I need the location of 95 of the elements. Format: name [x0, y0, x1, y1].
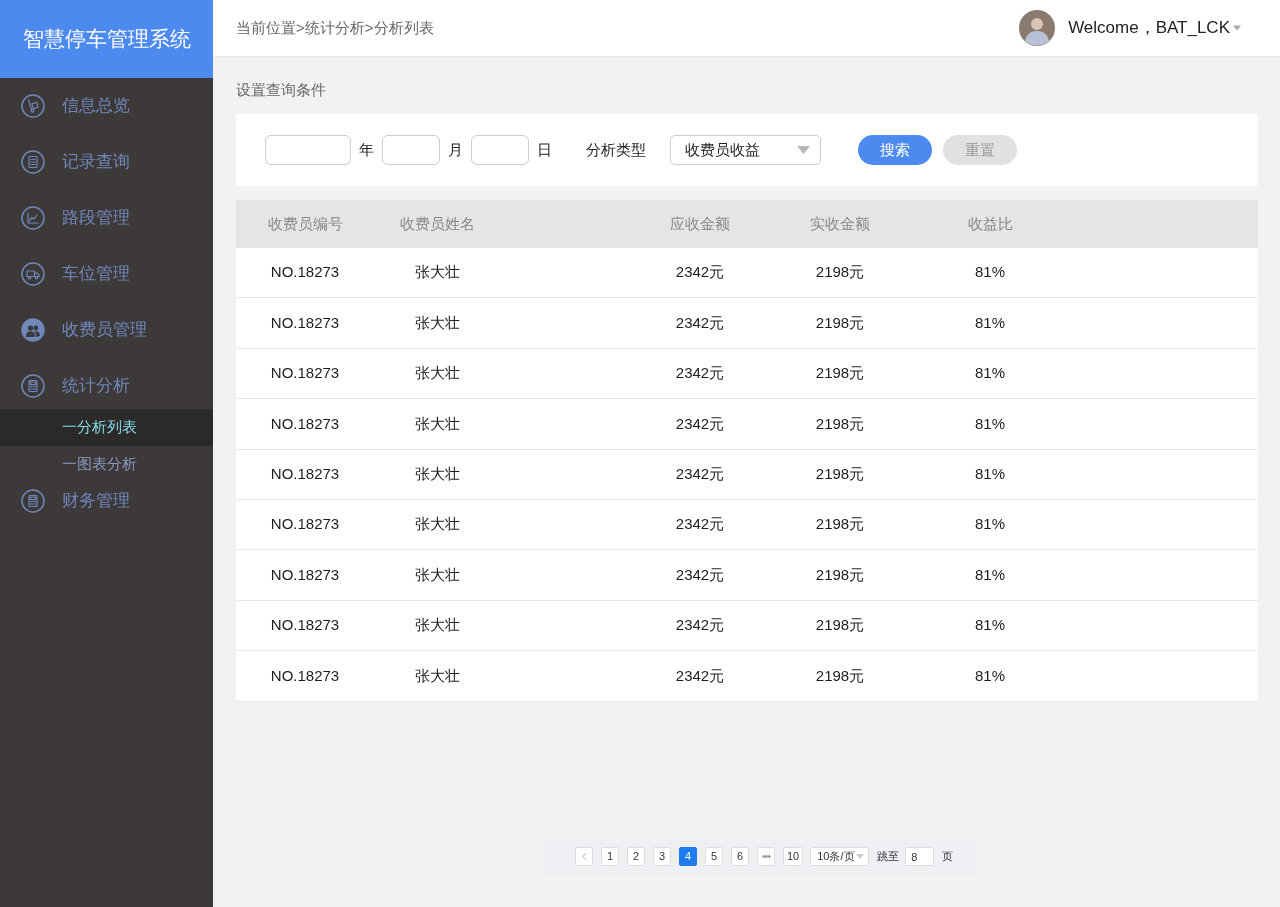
- user-avatar-icon: [1019, 10, 1056, 46]
- sidebar-menu-item[interactable]: 路段管理: [0, 190, 213, 246]
- table-cell-text: 2342元: [674, 665, 726, 686]
- table-cell-text: NO.18273: [269, 312, 341, 333]
- page-button[interactable]: 4: [679, 847, 697, 866]
- table-cell-text: NO.18273: [269, 413, 341, 434]
- chevron-left-icon: [581, 852, 587, 861]
- table-cell-text: NO.18273: [269, 514, 341, 535]
- previous-page-button[interactable]: [575, 847, 593, 866]
- line-chart-icon: [21, 206, 45, 230]
- table-cell-text: 2342元: [674, 363, 726, 384]
- jump-label: 跳至: [877, 849, 900, 865]
- table-cell-text: NO.18273: [269, 615, 341, 636]
- table-cell-text: NO.18273: [269, 363, 341, 384]
- sidebar-menu-item[interactable]: 信息总览: [0, 78, 213, 134]
- search-button[interactable]: 搜索: [858, 135, 932, 165]
- table-cell-text: 2342元: [674, 262, 726, 283]
- calculator-icon: [21, 374, 45, 398]
- table-cell-text: 2342元: [674, 413, 726, 434]
- table-cell-text: 2342元: [674, 564, 726, 585]
- table-cell-text: 81%: [974, 464, 1006, 484]
- page-size-select[interactable]: 10条/页: [810, 847, 870, 866]
- sidebar-menu-item[interactable]: 收费员管理: [0, 302, 213, 358]
- table-cell-text: 张大壮: [413, 312, 461, 333]
- date-input-field[interactable]: [471, 135, 529, 165]
- table-cell-text: 2198元: [814, 665, 866, 686]
- table-cell-text: 张大壮: [413, 363, 461, 384]
- table-cell-text: 2198元: [814, 514, 866, 535]
- table-cell-text: 2342元: [674, 312, 726, 333]
- table-cell-text: 2342元: [674, 464, 726, 484]
- page-button[interactable]: 2: [627, 847, 645, 866]
- unit-label: 年: [359, 139, 374, 160]
- sidebar-menu-item[interactable]: 车位管理: [0, 246, 213, 302]
- table-cell-text: 2198元: [814, 615, 866, 636]
- caret-icon: [797, 146, 810, 154]
- table-cell-text: NO.18273: [269, 262, 341, 283]
- people-icon: [21, 318, 45, 342]
- table-cell-text: 2198元: [814, 564, 866, 585]
- table-cell-text: NO.18273: [269, 665, 341, 686]
- table-cell-text: 张大壮: [413, 464, 461, 484]
- date-input-field[interactable]: [265, 135, 351, 165]
- table-cell-text: 81%: [974, 615, 1006, 636]
- table-cell-text: NO.18273: [269, 464, 341, 484]
- table-cell-text: 81%: [974, 363, 1006, 384]
- reset-button[interactable]: 重置: [943, 135, 1017, 165]
- caret-icon: [1233, 25, 1241, 31]
- app-title: 智慧停车管理系统: [0, 0, 213, 78]
- table-cell-text: 2198元: [814, 312, 866, 333]
- date-input-field[interactable]: [382, 135, 440, 165]
- more-pages-button[interactable]: •••: [757, 847, 775, 866]
- breadcrumb: 当前位置>统计分析>分析列表: [236, 17, 434, 38]
- column-header: 收费员姓名: [398, 213, 476, 234]
- unit-label: 日: [537, 139, 552, 160]
- table-cell-text: 81%: [974, 413, 1006, 434]
- page-button[interactable]: 5: [705, 847, 723, 866]
- table-cell-text: 81%: [974, 514, 1006, 535]
- page-unit-label: 页: [942, 849, 954, 865]
- page-button[interactable]: 1: [601, 847, 619, 866]
- caret-icon: [856, 854, 865, 859]
- table-cell-text: 2342元: [674, 514, 726, 535]
- table-cell-text: 2198元: [814, 413, 866, 434]
- sidebar-menu-item[interactable]: 记录查询: [0, 134, 213, 190]
- column-header: 实收金额: [809, 213, 871, 234]
- truck-icon: [21, 262, 45, 286]
- page-button[interactable]: 3: [653, 847, 671, 866]
- calculator-icon: [21, 489, 45, 513]
- type-label: 分析类型: [586, 139, 646, 160]
- submenu-item[interactable]: 一分析列表: [0, 409, 213, 446]
- table-cell-text: 2198元: [814, 262, 866, 283]
- table-cell-text: 张大壮: [413, 262, 461, 283]
- page-jump-field[interactable]: 8: [905, 847, 935, 866]
- table-cell-text: 2342元: [674, 615, 726, 636]
- table-cell-text: 81%: [974, 262, 1006, 283]
- column-header: 收费员编号: [266, 213, 344, 234]
- hand-truck-icon: [21, 94, 45, 118]
- section-title: 设置查询条件: [236, 80, 326, 100]
- table-cell-text: 2198元: [814, 363, 866, 384]
- user-menu-button[interactable]: Welcome，BAT_LCK: [1068, 15, 1241, 41]
- page-button[interactable]: 6: [731, 847, 749, 866]
- table-cell-text: 张大壮: [413, 564, 461, 585]
- table-cell-text: 张大壮: [413, 514, 461, 535]
- table-cell-text: 81%: [974, 312, 1006, 333]
- table-cell-text: 张大壮: [413, 665, 461, 686]
- document-icon: [21, 150, 45, 174]
- table-cell-text: 张大壮: [413, 615, 461, 636]
- unit-label: 月: [448, 139, 463, 160]
- table-cell-text: NO.18273: [269, 564, 341, 585]
- table-cell-text: 张大壮: [413, 413, 461, 434]
- column-header: 收益比: [966, 213, 1014, 234]
- table-cell-text: 81%: [974, 665, 1006, 686]
- analysis-type-select[interactable]: 收费员收益: [670, 135, 821, 165]
- table-cell-text: 81%: [974, 564, 1006, 585]
- column-header: 应收金额: [669, 213, 731, 234]
- table-cell-text: 2198元: [814, 464, 866, 484]
- page-button[interactable]: 10: [783, 847, 804, 866]
